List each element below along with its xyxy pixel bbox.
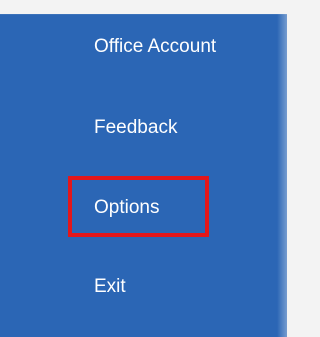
menu-item-office-account[interactable]: Office Account <box>94 36 216 58</box>
pane-edge <box>277 14 287 337</box>
menu-item-label: Exit <box>94 276 126 297</box>
menu-item-feedback[interactable]: Feedback <box>94 117 177 139</box>
top-margin <box>0 0 287 14</box>
options-highlight-box <box>68 176 209 237</box>
menu-item-label: Feedback <box>94 117 178 138</box>
menu-item-label: Office Account <box>94 36 217 57</box>
menu-item-exit[interactable]: Exit <box>94 276 126 298</box>
